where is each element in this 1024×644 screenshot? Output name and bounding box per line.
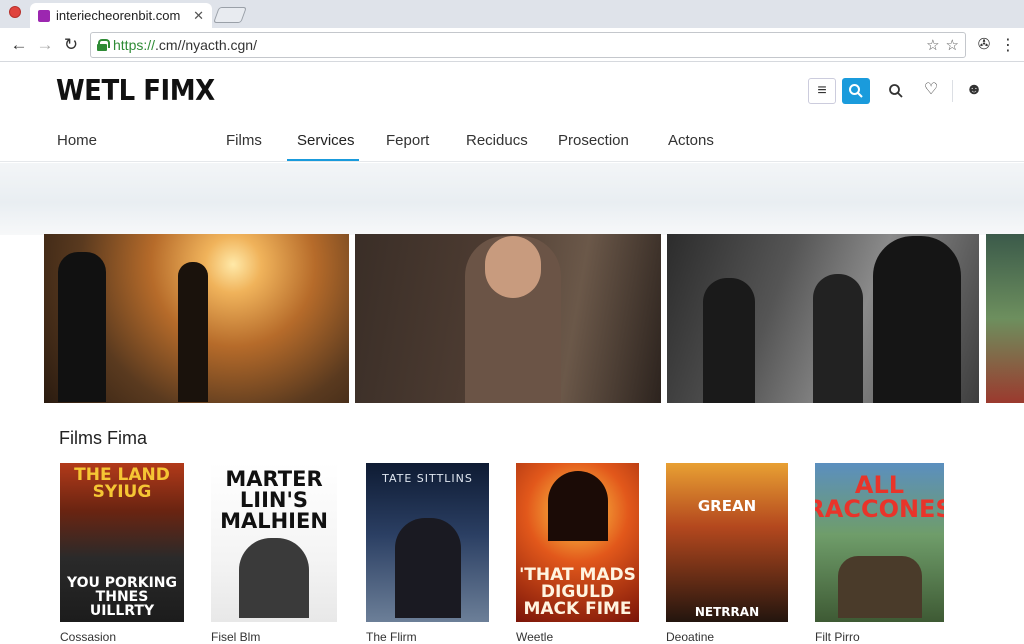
figure-silhouette (58, 252, 106, 402)
secure-lock-icon (97, 39, 110, 51)
user-icon[interactable]: ☻ (960, 78, 988, 104)
section-title: Films Fima (59, 428, 147, 448)
site-logo[interactable]: WETL FIMX (56, 75, 215, 108)
bookmarks-list-icon[interactable]: ☆ (946, 36, 959, 54)
forward-arrow-icon[interactable]: → (34, 34, 56, 56)
hero-slide-2[interactable] (355, 234, 661, 403)
figure-silhouette (239, 538, 309, 618)
browser-tab-strip: interiecheorenbit.com ✕ (0, 0, 1024, 28)
search-button-icon[interactable] (842, 78, 870, 104)
bookmark-star-icon[interactable]: ☆ (926, 36, 939, 54)
figure-silhouette (703, 278, 755, 403)
tab-close-icon[interactable]: ✕ (193, 8, 204, 24)
poster-title: MARTER LIIN'S MALHIEN (220, 467, 328, 533)
figure-silhouette (813, 274, 863, 403)
poster-tagline: NETRRAN (694, 605, 760, 619)
window-close-icon[interactable] (9, 6, 21, 18)
poster-caption[interactable]: Filt Pirro (815, 630, 860, 644)
tab-title: interiecheorenbit.com (56, 8, 181, 23)
hero-slide-1[interactable] (44, 234, 349, 403)
figure-silhouette (394, 518, 461, 618)
film-poster[interactable]: TATE SITTLINS (366, 463, 489, 622)
figure-silhouette (547, 471, 608, 541)
active-tab-indicator (287, 159, 359, 161)
figure-silhouette (837, 556, 922, 618)
poster-caption[interactable]: Cossasion (60, 630, 116, 644)
face-shape (485, 236, 541, 298)
poster-caption[interactable]: The Flirm (366, 630, 417, 644)
search-icon[interactable] (882, 78, 910, 104)
reload-icon[interactable]: ↻ (60, 34, 82, 56)
poster-title: 'THAT MADS DIGULD MACK FIME (519, 565, 636, 619)
film-poster[interactable]: THE LAND SYIUG YOU PORKING THNES UILLRTY (60, 463, 184, 622)
new-tab-button[interactable] (213, 7, 247, 23)
back-arrow-icon[interactable]: ← (8, 34, 30, 56)
heart-icon[interactable]: ♡ (917, 78, 945, 104)
browser-tab[interactable]: interiecheorenbit.com ✕ (30, 3, 212, 28)
hero-slide-3[interactable] (667, 234, 979, 403)
website: WETL FIMX ≡ ♡ ☻ Home Films Services Fepo… (0, 62, 1024, 644)
film-poster[interactable]: ALL RACCONES (815, 463, 944, 622)
poster-caption[interactable]: Weetle (516, 630, 553, 644)
figure-silhouette (178, 262, 208, 402)
poster-tagline: YOU PORKING THNES UILLRTY (67, 575, 177, 619)
nav-films[interactable]: Films (226, 132, 262, 149)
extension-icon[interactable]: ✇ (974, 35, 994, 55)
hero-background-band (0, 163, 1024, 235)
nav-feport[interactable]: Feport (386, 132, 429, 149)
hero-slide-4[interactable] (986, 234, 1024, 403)
hamburger-menu-icon[interactable]: ≡ (808, 78, 836, 104)
poster-title: GREAN (697, 497, 757, 515)
address-bar[interactable]: https://.cm//nyacth.cgn/ ☆ ☆ (90, 32, 966, 58)
nav-reciducs[interactable]: Reciducs (466, 132, 528, 149)
nav-actons[interactable]: Actons (668, 132, 714, 149)
film-poster[interactable]: MARTER LIIN'S MALHIEN (211, 463, 337, 622)
poster-title: THE LAND SYIUG (74, 465, 170, 502)
poster-caption[interactable]: Fisel Blm (211, 630, 260, 644)
figure-silhouette (873, 236, 961, 403)
url-text[interactable]: https://.cm//nyacth.cgn/ (113, 37, 920, 53)
film-poster[interactable]: GREAN NETRRAN (666, 463, 788, 622)
poster-title: ALL RACCONES (815, 471, 944, 523)
film-poster[interactable]: 'THAT MADS DIGULD MACK FIME (516, 463, 639, 622)
nav-home[interactable]: Home (57, 132, 97, 149)
nav-services[interactable]: Services (297, 132, 355, 149)
poster-title: TATE SITTLINS (382, 472, 473, 485)
browser-toolbar: ← → ↻ https://.cm//nyacth.cgn/ ☆ ☆ ✇ ⋮ (0, 28, 1024, 62)
nav-prosection[interactable]: Prosection (558, 132, 629, 149)
browser-menu-icon[interactable]: ⋮ (1000, 35, 1016, 55)
favicon-icon (38, 9, 50, 22)
poster-caption[interactable]: Deoatine (666, 630, 714, 644)
main-nav: Home Films Services Feport Reciducs Pros… (0, 120, 1024, 162)
header-divider (952, 80, 953, 102)
